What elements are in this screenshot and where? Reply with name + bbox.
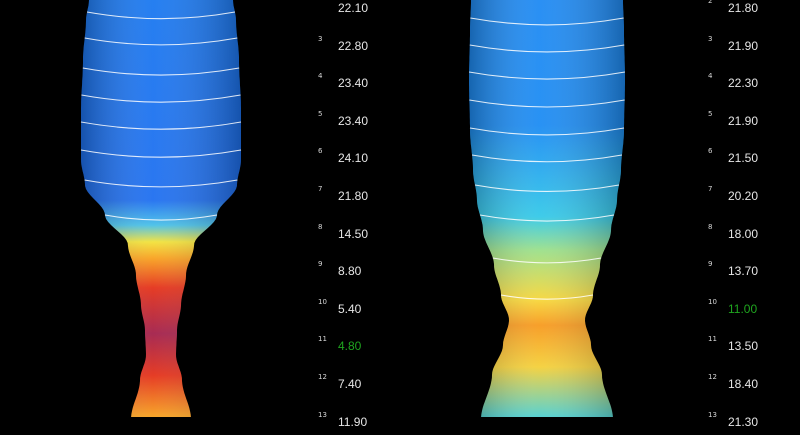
measurement-value: 21.30: [728, 414, 759, 429]
measurement-row: 7 21.80: [318, 185, 398, 209]
measurement-row: 8 18.00: [708, 223, 788, 247]
measurement-row: 5 21.90: [708, 110, 788, 134]
measurement-index: 5: [318, 109, 323, 118]
measurement-value: 11.90: [338, 414, 368, 429]
right-vessel-model: [468, 0, 626, 417]
measurement-value: 11.00: [728, 301, 758, 316]
measurement-row: 13 21.30: [708, 411, 788, 435]
measurement-value: 22.10: [338, 1, 369, 15]
measurement-index: 9: [708, 260, 713, 269]
measurement-row: 9 8.80: [318, 260, 398, 284]
measurement-value: 24.10: [338, 151, 369, 166]
measurement-index: 10: [318, 297, 327, 306]
measurement-row: 22.10: [318, 1, 398, 21]
measurement-index: 3: [318, 34, 323, 43]
measurement-value: 7.40: [338, 377, 362, 391]
measurement-value: 23.40: [338, 76, 369, 91]
measurement-row: 3 21.90: [708, 35, 788, 59]
measurement-row: 2 21.80: [708, 0, 788, 21]
measurement-row: 12 18.40: [708, 373, 788, 397]
measurement-row: 13 11.90: [318, 411, 398, 435]
measurement-row: 6 21.50: [708, 147, 788, 171]
measurement-index: 8: [318, 222, 323, 231]
measurement-value: 22.80: [338, 38, 369, 53]
measurement-row: 10 11.00: [708, 298, 788, 322]
measurement-row: 4 23.40: [318, 72, 398, 96]
measurement-row: 10 5.40: [318, 298, 398, 322]
measurement-row: 11 13.50: [708, 335, 788, 359]
measurement-index: 4: [318, 72, 323, 81]
measurement-index: 4: [708, 72, 713, 81]
measurement-value: 21.80: [728, 1, 759, 15]
right-vessel-shading: [469, 0, 625, 417]
measurement-index: 9: [318, 260, 323, 269]
measurement-value: 21.90: [728, 38, 759, 53]
measurement-index: 11: [708, 335, 717, 344]
measurement-index: 12: [318, 373, 327, 381]
measurement-index: 2: [708, 0, 713, 5]
measurement-value: 18.00: [728, 226, 759, 241]
measurement-row: 12 7.40: [318, 373, 398, 397]
measurement-row: 7 20.20: [708, 185, 788, 209]
measurement-value: 20.20: [728, 189, 759, 203]
measurement-value: 21.50: [728, 151, 759, 166]
measurement-index: 13: [318, 410, 327, 419]
measurement-value: 13.70: [728, 264, 759, 279]
measurement-value: 4.80: [338, 339, 362, 354]
measurement-index: 8: [708, 222, 713, 231]
measurement-index: 3: [708, 34, 713, 43]
visualization-canvas: [80, 0, 626, 417]
measurement-row: 8 14.50: [318, 223, 398, 247]
right-measurement-column: 2 21.80 3 21.90 4 22.30 5 21.90 6 21.50 7 20.20 8 18.…: [708, 0, 788, 429]
measurement-value: 18.40: [728, 377, 759, 391]
measurement-value: 5.40: [338, 301, 362, 316]
measurement-value: 14.50: [338, 226, 369, 241]
left-measurement-column: 22.10 3 22.80 4 23.40 5 23.40 6 24.10 7 21.80 8 14.5…: [318, 0, 398, 429]
measurement-index: 6: [318, 147, 323, 156]
measurement-index: 7: [708, 185, 713, 193]
measurement-value: 8.80: [338, 264, 362, 279]
measurement-row: 5 23.40: [318, 110, 398, 134]
measurement-row: 6 24.10: [318, 147, 398, 171]
measurement-index: 11: [318, 335, 327, 344]
measurement-index: 6: [708, 147, 713, 156]
measurement-row: 11 4.80: [318, 335, 398, 359]
measurement-index: 13: [708, 410, 717, 419]
left-vessel-shading: [81, 0, 241, 417]
left-vessel-model: [80, 0, 242, 417]
measurement-value: 22.30: [728, 76, 759, 91]
measurement-value: 13.50: [728, 339, 759, 354]
measurement-value: 21.90: [728, 113, 759, 128]
measurement-row: 3 22.80: [318, 35, 398, 59]
measurement-index: 12: [708, 373, 717, 381]
measurement-index: 5: [708, 109, 713, 118]
measurement-index: 10: [708, 297, 717, 306]
measurement-row: 9 13.70: [708, 260, 788, 284]
measurement-value: 21.80: [338, 189, 369, 203]
measurement-row: 4 22.30: [708, 72, 788, 96]
measurement-index: 7: [318, 185, 323, 193]
measurement-value: 23.40: [338, 113, 369, 128]
